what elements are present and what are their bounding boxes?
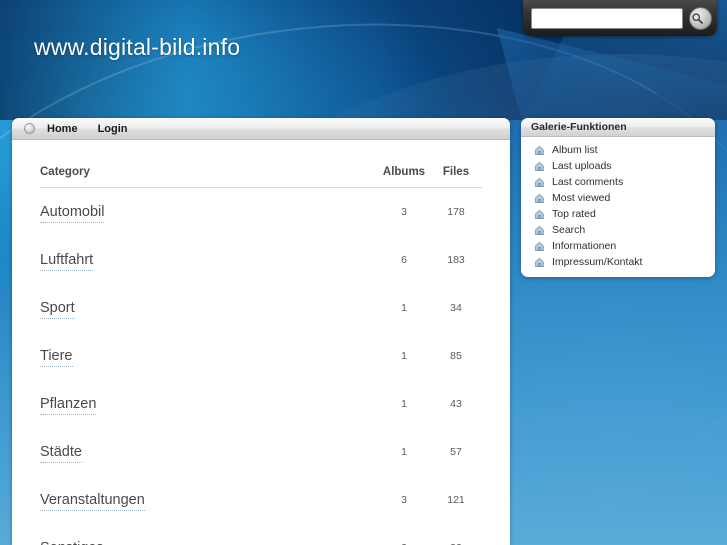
sidebar-item-label: Most viewed xyxy=(552,192,611,204)
cell-category: Städte xyxy=(40,428,378,476)
category-link[interactable]: Automobil xyxy=(40,204,105,223)
sidebar-item-informationen[interactable]: Informationen xyxy=(521,238,715,254)
sidebar-item-label: Last comments xyxy=(552,176,624,188)
sidebar-item-label: Top rated xyxy=(552,208,596,220)
cell-category: Pflanzen xyxy=(40,380,378,428)
sidebar-item-album-list[interactable]: Album list xyxy=(521,142,715,158)
sidebar-item-last-comments[interactable]: Last comments xyxy=(521,174,715,190)
category-link[interactable]: Luftfahrt xyxy=(40,252,94,271)
cell-category: Sonstiges xyxy=(40,524,378,545)
sidebar-item-impressum-kontakt[interactable]: Impressum/Kontakt xyxy=(521,254,715,270)
category-table-wrap: Category Albums Files Automobil 3 178 Lu… xyxy=(12,140,510,545)
sidebar-item-label: Last uploads xyxy=(552,160,612,172)
category-link[interactable]: Sonstiges xyxy=(40,540,104,545)
sidebar-item-search[interactable]: Search xyxy=(521,222,715,238)
search-input[interactable] xyxy=(531,7,683,29)
cell-albums: 3 xyxy=(401,206,407,218)
cell-files: 183 xyxy=(447,254,465,266)
cell-category: Automobil xyxy=(40,188,378,237)
category-table-body: Automobil 3 178 Luftfahrt 6 183 Sport 1 … xyxy=(40,188,482,545)
cell-albums: 1 xyxy=(401,398,407,410)
column-header-category: Category xyxy=(40,166,378,188)
category-link[interactable]: Sport xyxy=(40,300,75,319)
page-title: www.digital-bild.info xyxy=(34,34,241,60)
category-table-head: Category Albums Files xyxy=(40,166,482,188)
cell-files: 34 xyxy=(450,302,462,314)
circle-bullet-icon xyxy=(24,123,35,134)
cell-albums: 1 xyxy=(401,446,407,458)
search-widget xyxy=(523,0,717,36)
sidebar-item-label: Impressum/Kontakt xyxy=(552,256,643,268)
sidebar-title: Galerie-Funktionen xyxy=(521,118,715,137)
table-row: Veranstaltungen 3 121 xyxy=(40,476,482,524)
sidebar-panel: Galerie-Funktionen Album list Last uploa… xyxy=(521,118,715,277)
sidebar-item-last-uploads[interactable]: Last uploads xyxy=(521,158,715,174)
gallery-link-icon xyxy=(533,224,552,237)
sidebar-item-label: Search xyxy=(552,224,586,236)
cell-files: 85 xyxy=(450,350,462,362)
cell-files: 32 xyxy=(430,524,482,545)
navigation-bar: Home Login xyxy=(12,118,510,140)
cell-category: Tiere xyxy=(40,332,378,380)
category-link[interactable]: Veranstaltungen xyxy=(40,492,145,511)
cell-category: Sport xyxy=(40,284,378,332)
cell-albums: 1 xyxy=(401,350,407,362)
sidebar-item-label: Album list xyxy=(552,144,598,156)
sidebar-item-label: Informationen xyxy=(552,240,617,252)
nav-item-login[interactable]: Login xyxy=(98,123,128,135)
table-row: Tiere 1 85 xyxy=(40,332,482,380)
category-link[interactable]: Pflanzen xyxy=(40,396,97,415)
cell-files: 121 xyxy=(447,494,465,506)
table-row: Luftfahrt 6 183 xyxy=(40,236,482,284)
cell-albums: 3 xyxy=(401,494,407,506)
cell-category: Veranstaltungen xyxy=(40,476,378,524)
sidebar-item-most-viewed[interactable]: Most viewed xyxy=(521,190,715,206)
gallery-link-icon xyxy=(533,208,552,221)
cell-files: 178 xyxy=(447,206,465,218)
column-header-albums: Albums xyxy=(378,166,430,188)
cell-files: 43 xyxy=(450,398,462,410)
cell-category: Luftfahrt xyxy=(40,236,378,284)
nav-item-home[interactable]: Home xyxy=(47,123,78,135)
cell-albums: 1 xyxy=(401,302,407,314)
category-link[interactable]: Tiere xyxy=(40,348,73,367)
content-panel: Home Login Category Albums Files Automob… xyxy=(12,118,510,545)
category-link[interactable]: Städte xyxy=(40,444,82,463)
table-row: Sport 1 34 xyxy=(40,284,482,332)
cell-albums: 2 xyxy=(378,524,430,545)
gallery-link-icon xyxy=(533,192,552,205)
table-row: Städte 1 57 xyxy=(40,428,482,476)
category-table: Category Albums Files Automobil 3 178 Lu… xyxy=(40,166,482,545)
cell-files: 57 xyxy=(450,446,462,458)
sidebar-list: Album list Last uploads Last comments Mo… xyxy=(521,137,715,270)
table-row: Pflanzen 1 43 xyxy=(40,380,482,428)
gallery-link-icon xyxy=(533,160,552,173)
sidebar-item-top-rated[interactable]: Top rated xyxy=(521,206,715,222)
table-header-row: Category Albums Files xyxy=(40,166,482,188)
cell-albums: 6 xyxy=(401,254,407,266)
search-button[interactable] xyxy=(689,6,712,30)
page-root: www.digital-bild.info Home Login Categor… xyxy=(0,0,727,545)
column-header-files: Files xyxy=(430,166,482,188)
gallery-link-icon xyxy=(533,256,552,269)
table-row: Sonstiges 2 32 xyxy=(40,524,482,545)
gallery-link-icon xyxy=(533,240,552,253)
magnifier-icon xyxy=(691,12,710,25)
gallery-link-icon xyxy=(533,144,552,157)
table-row: Automobil 3 178 xyxy=(40,188,482,237)
gallery-link-icon xyxy=(533,176,552,189)
